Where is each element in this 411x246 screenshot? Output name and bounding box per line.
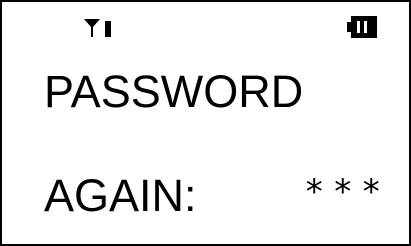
again-prompt-label: AGAIN: <box>44 170 197 221</box>
device-screen: PASSWORD AGAIN: *** <box>0 0 411 246</box>
masked-password-field[interactable]: *** <box>304 172 389 212</box>
signal-antenna-icon <box>84 19 111 37</box>
password-prompt-label: PASSWORD <box>44 66 304 117</box>
status-bar <box>2 2 409 46</box>
battery-full-icon <box>347 16 377 38</box>
